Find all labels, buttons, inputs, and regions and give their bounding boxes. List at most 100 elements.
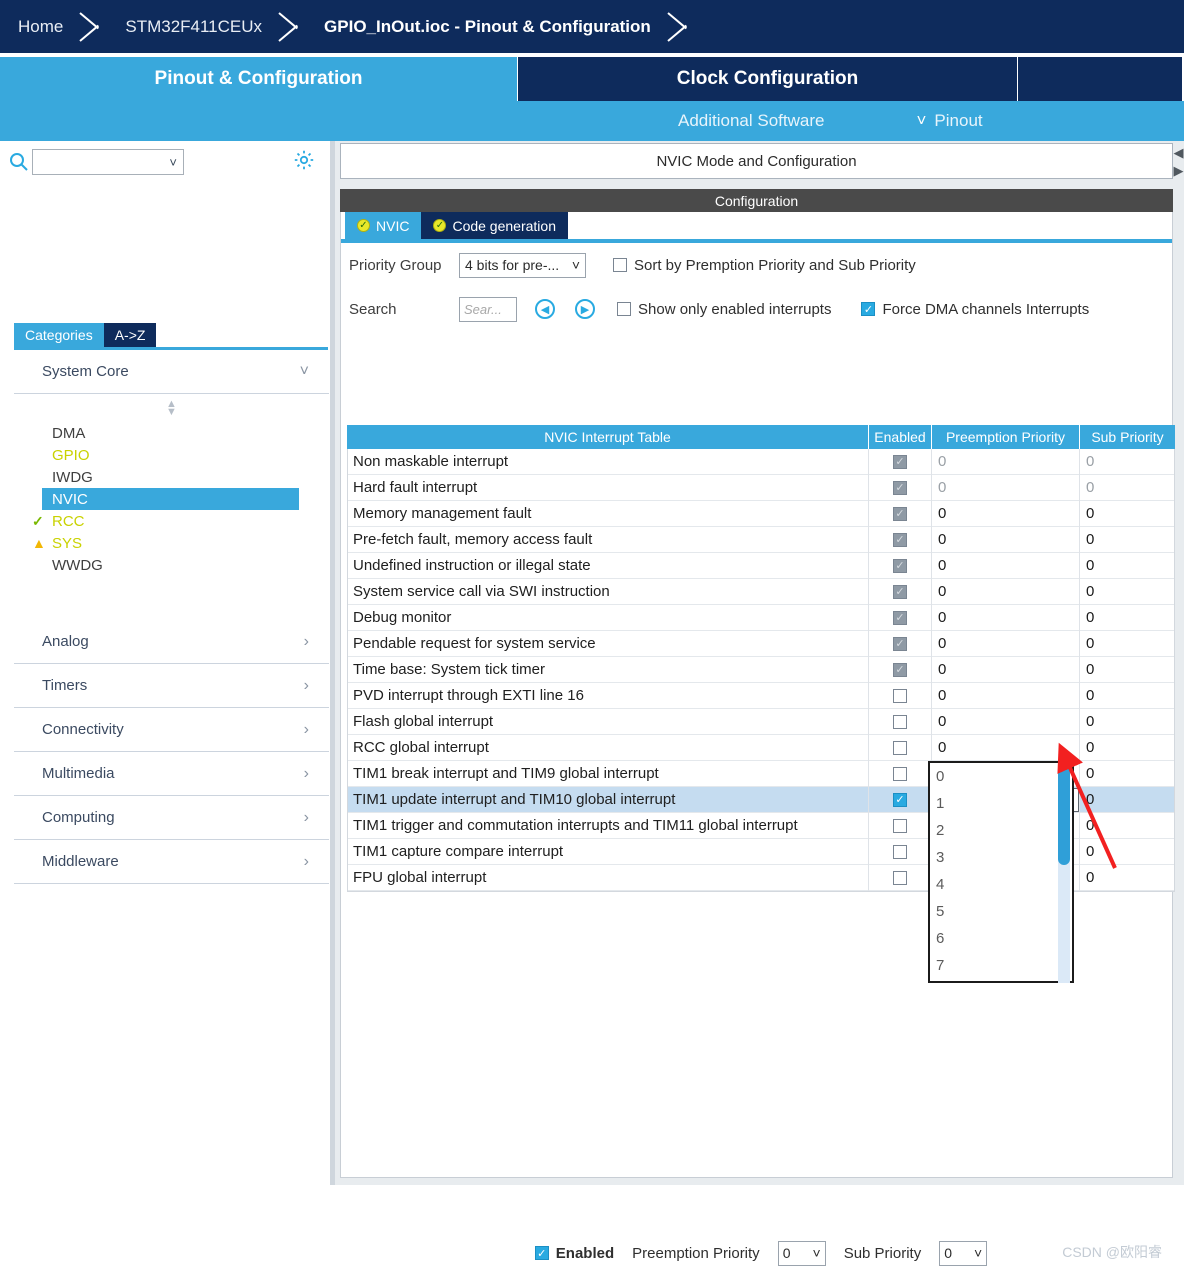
sidebar-item-sys[interactable]: ▲ SYS	[14, 532, 329, 554]
preemption-priority-cell[interactable]: 0	[932, 474, 1080, 501]
panel-collapse-controls[interactable]: ◀ ▶	[1173, 143, 1184, 199]
gear-icon[interactable]	[292, 148, 316, 172]
column-header-name[interactable]: NVIC Interrupt Table	[347, 425, 869, 449]
sidebar-tab-a-to-z[interactable]: A->Z	[103, 323, 157, 347]
table-row[interactable]: Debug monitor ✓ 0 0	[348, 604, 1174, 631]
sub-priority-cell[interactable]: 0	[1080, 449, 1173, 475]
preemption-priority-value: 0	[938, 531, 947, 548]
column-header-sub-priority[interactable]: Sub Priority	[1080, 425, 1175, 449]
sub-priority-cell[interactable]: 0	[1080, 657, 1173, 683]
sidebar-item-nvic[interactable]: NVIC	[42, 488, 299, 510]
sidebar-category-analog[interactable]: Analog ›	[14, 620, 329, 664]
breadcrumb-item-home[interactable]: Home	[0, 0, 77, 53]
sub-priority-cell[interactable]: 0	[1080, 501, 1173, 527]
tab-nvic[interactable]: ✓ NVIC	[345, 212, 422, 239]
enabled-checkbox-cell[interactable]	[869, 760, 932, 787]
breadcrumb-item-mcu[interactable]: STM32F411CEUx	[107, 0, 276, 53]
sidebar-item-wwdg[interactable]: WWDG	[14, 554, 329, 576]
priority-group-select[interactable]: 4 bits for pre-... ˅	[459, 252, 586, 278]
table-row[interactable]: Non maskable interrupt ✓ 0 0	[348, 448, 1174, 475]
chevron-left-circle-icon[interactable]: ◀	[535, 299, 555, 319]
column-header-preemption-priority[interactable]: Preemption Priority	[932, 425, 1080, 449]
enabled-checkbox-cell[interactable]	[869, 812, 932, 839]
collapse-right-icon[interactable]: ▶	[1174, 164, 1184, 177]
enabled-checkbox-cell[interactable]: ✓	[869, 578, 932, 605]
sub-priority-cell[interactable]: 0	[1080, 683, 1173, 709]
enabled-checkbox-cell[interactable]	[869, 734, 932, 761]
enabled-checkbox-cell[interactable]: ✓	[869, 500, 932, 527]
pinout-menu-button[interactable]: ˅ Pinout	[916, 111, 982, 131]
sub-priority-cell[interactable]: 0	[1080, 631, 1173, 657]
sidebar-category-timers[interactable]: Timers ›	[14, 664, 329, 708]
sidebar-tab-categories[interactable]: Categories	[14, 323, 104, 347]
sub-priority-cell[interactable]: 0	[1080, 527, 1173, 553]
enabled-checkbox-cell[interactable]: ✓	[869, 604, 932, 631]
preemption-priority-cell[interactable]: 0	[932, 500, 1080, 527]
sub-priority-cell[interactable]: 0	[1080, 579, 1173, 605]
enabled-checkbox-cell[interactable]: ✓	[869, 786, 932, 813]
sidebar-category-multimedia[interactable]: Multimedia ›	[14, 752, 329, 796]
sidebar-category-middleware[interactable]: Middleware ›	[14, 840, 329, 884]
enabled-checkbox-cell[interactable]	[869, 864, 932, 891]
sub-priority-cell[interactable]: 0	[1080, 475, 1173, 501]
dropdown-option[interactable]: 5	[930, 898, 1072, 925]
table-row[interactable]: Hard fault interrupt ✓ 0 0	[348, 474, 1174, 501]
table-row[interactable]: Flash global interrupt 0 0	[348, 708, 1174, 735]
search-input[interactable]: ˅	[32, 149, 184, 175]
enabled-checkbox-cell[interactable]	[869, 708, 932, 735]
sidebar-item-rcc[interactable]: ✓ RCC	[14, 510, 329, 532]
breadcrumb-item-project[interactable]: GPIO_InOut.ioc - Pinout & Configuration	[306, 0, 665, 53]
tab-pinout-configuration[interactable]: Pinout & Configuration	[0, 57, 518, 101]
tab-code-generation[interactable]: ✓ Code generation	[421, 212, 568, 239]
sub-priority-cell[interactable]: 0	[1080, 605, 1173, 631]
sidebar-category-computing[interactable]: Computing ›	[14, 796, 329, 840]
sort-by-premption-checkbox[interactable]: Sort by Premption Priority and Sub Prior…	[613, 257, 916, 274]
table-row[interactable]: Pendable request for system service ✓ 0 0	[348, 630, 1174, 657]
additional-software-button[interactable]: Additional Software	[678, 111, 824, 131]
tab-clock-configuration[interactable]: Clock Configuration	[518, 57, 1018, 101]
enabled-checkbox-cell[interactable]: ✓	[869, 474, 932, 501]
sidebar-item-dma[interactable]: DMA	[14, 422, 329, 444]
preemption-priority-cell[interactable]: 0	[932, 552, 1080, 579]
footer-sub-priority-select[interactable]: 0 ˅	[939, 1240, 988, 1266]
dropdown-option[interactable]: 7	[930, 952, 1072, 979]
enabled-checkbox-cell[interactable]	[869, 682, 932, 709]
preemption-priority-cell[interactable]: 0	[932, 526, 1080, 553]
force-dma-checkbox[interactable]: ✓ Force DMA channels Interrupts	[861, 301, 1089, 318]
preemption-priority-cell[interactable]: 0	[932, 604, 1080, 631]
sidebar-item-gpio[interactable]: GPIO	[14, 444, 329, 466]
sub-priority-cell[interactable]: 0	[1080, 709, 1173, 735]
table-row[interactable]: Undefined instruction or illegal state ✓ 0…	[348, 552, 1174, 579]
preemption-priority-cell[interactable]: 0	[932, 682, 1080, 709]
dropdown-option[interactable]: 6	[930, 925, 1072, 952]
table-row[interactable]: PVD interrupt through EXTI line 16 0 0	[348, 682, 1174, 709]
sidebar-item-iwdg[interactable]: IWDG	[14, 466, 329, 488]
enabled-checkbox-cell[interactable]: ✓	[869, 526, 932, 553]
footer-preemption-select[interactable]: 0 ˅	[777, 1240, 826, 1266]
preemption-priority-cell[interactable]: 0	[932, 448, 1080, 475]
enabled-checkbox-cell[interactable]: ✓	[869, 448, 932, 475]
sidebar-category-connectivity[interactable]: Connectivity ›	[14, 708, 329, 752]
preemption-priority-cell[interactable]: 0	[932, 708, 1080, 735]
enabled-checkbox-cell[interactable]: ✓	[869, 656, 932, 683]
sidebar-category-system-core[interactable]: System Core ˅	[14, 350, 329, 394]
enabled-checkbox-cell[interactable]	[869, 838, 932, 865]
tab-project-manager[interactable]	[1018, 57, 1183, 101]
show-only-enabled-checkbox[interactable]: Show only enabled interrupts	[617, 301, 831, 318]
column-header-enabled[interactable]: Enabled	[869, 425, 932, 449]
table-row[interactable]: Time base: System tick timer ✓ 0 0	[348, 656, 1174, 683]
table-row[interactable]: Pre-fetch fault, memory access fault ✓ 0 0	[348, 526, 1174, 553]
chevron-right-circle-icon[interactable]: ▶	[575, 299, 595, 319]
sub-priority-cell[interactable]: 0	[1080, 553, 1173, 579]
footer-enabled-checkbox[interactable]: ✓ Enabled	[534, 1245, 614, 1262]
scroll-spinner-icon[interactable]: ▲ ▼	[14, 396, 329, 422]
enabled-checkbox-cell[interactable]: ✓	[869, 552, 932, 579]
table-row[interactable]: System service call via SWI instruction ✓…	[348, 578, 1174, 605]
search-input[interactable]: Sear...	[459, 296, 517, 322]
preemption-priority-cell[interactable]: 0	[932, 578, 1080, 605]
preemption-priority-cell[interactable]: 0	[932, 656, 1080, 683]
preemption-priority-cell[interactable]: 0	[932, 630, 1080, 657]
table-row[interactable]: Memory management fault ✓ 0 0	[348, 500, 1174, 527]
enabled-checkbox-cell[interactable]: ✓	[869, 630, 932, 657]
collapse-left-icon[interactable]: ◀	[1174, 146, 1184, 159]
